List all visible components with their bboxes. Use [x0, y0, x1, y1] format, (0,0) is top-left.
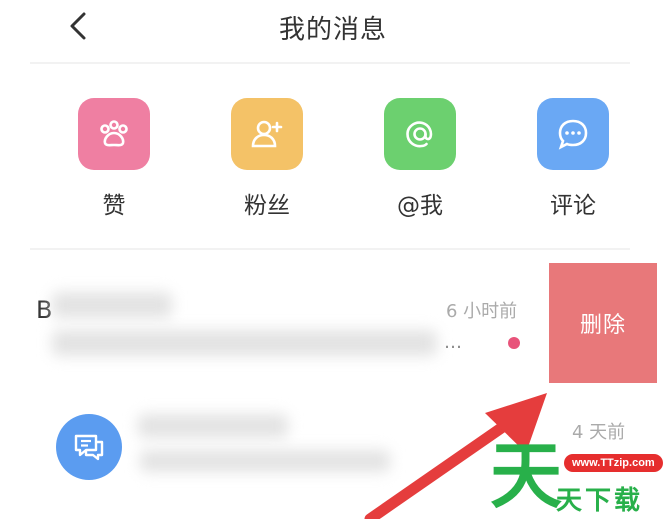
quick-action-label: 评论	[550, 193, 596, 219]
at-icon	[384, 98, 456, 170]
quick-action-label: 赞	[102, 193, 126, 219]
delete-button[interactable]: 删除	[549, 263, 657, 383]
blurred-sender-name	[138, 414, 288, 438]
page-title: 我的消息	[278, 15, 387, 45]
blurred-sender-name	[52, 292, 172, 318]
quick-action-mentions[interactable]: @我	[375, 98, 465, 220]
watermark-text: 天下载	[556, 486, 644, 516]
quick-action-comments[interactable]: 评论	[528, 98, 618, 220]
header: 我的消息	[0, 0, 666, 60]
divider	[30, 248, 630, 250]
chat-bubble-icon	[56, 414, 122, 480]
unread-dot	[508, 337, 520, 349]
quick-action-label: @我	[397, 193, 443, 219]
quick-actions: 赞 粉丝 @我 评论	[0, 98, 666, 228]
watermark-url: www.TTzip.com	[564, 454, 663, 472]
comment-icon	[537, 98, 609, 170]
blurred-message-preview	[140, 450, 390, 472]
quick-action-label: 粉丝	[244, 193, 290, 219]
blurred-message-preview	[52, 330, 437, 356]
divider	[30, 62, 630, 64]
sender-initial: B	[36, 296, 53, 324]
quick-action-fans[interactable]: 粉丝	[222, 98, 312, 220]
paw-icon	[78, 98, 150, 170]
quick-action-likes[interactable]: 赞	[69, 98, 159, 220]
watermark: 天 www.TTzip.com 天下载	[486, 438, 666, 519]
add-user-icon	[231, 98, 303, 170]
watermark-logo: 天	[490, 434, 563, 518]
message-time: 6 小时前	[446, 301, 518, 322]
preview-ellipsis: …	[444, 332, 464, 353]
